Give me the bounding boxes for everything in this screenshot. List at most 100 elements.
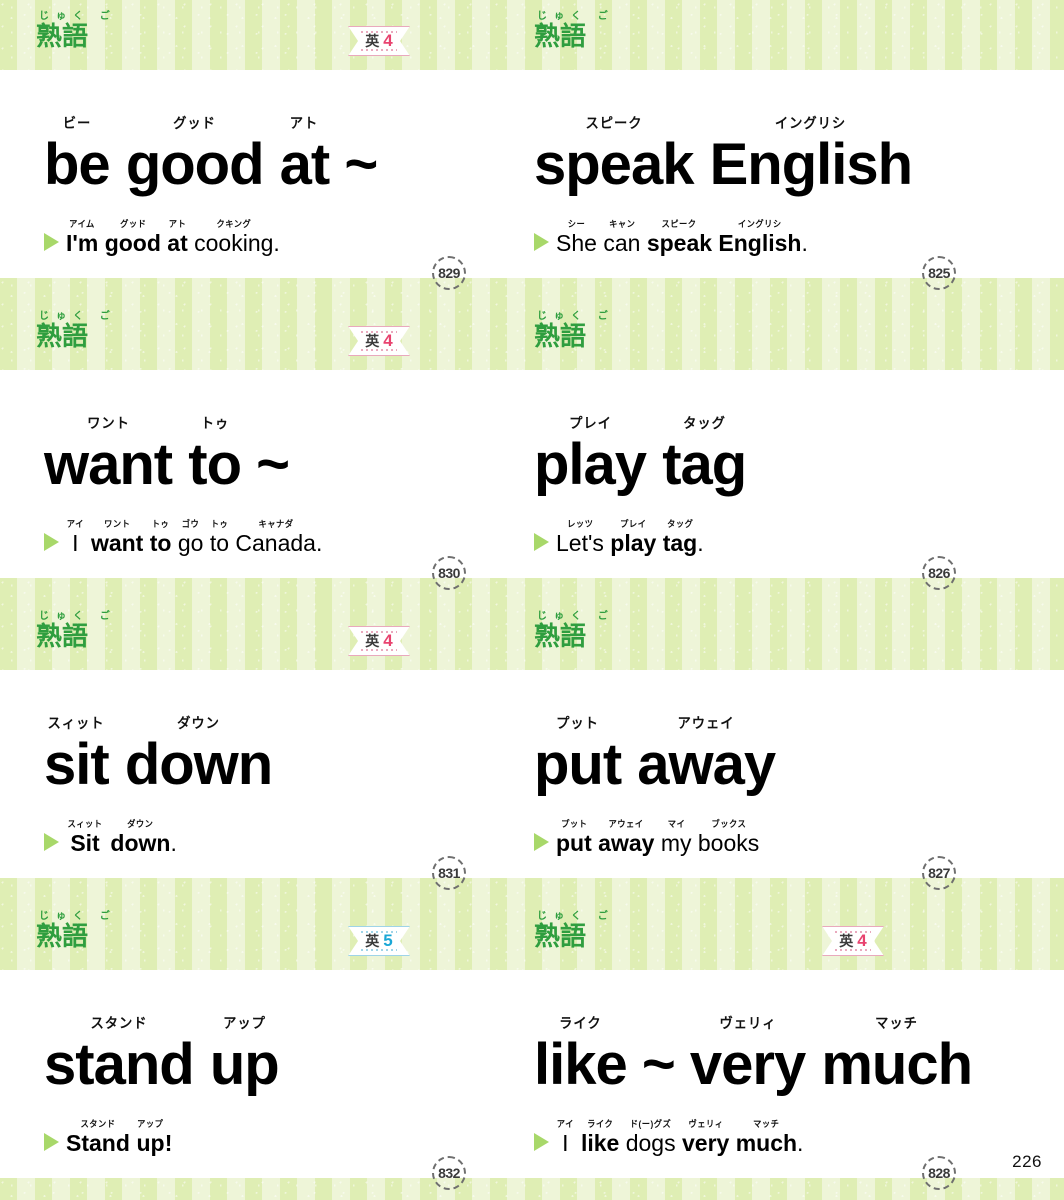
headword-token: ~ — [627, 1016, 690, 1094]
headword-text: sit — [44, 732, 110, 797]
katakana-reading: アト — [168, 219, 187, 229]
play-triangle-icon — [44, 833, 59, 852]
play-triangle-icon — [44, 533, 59, 552]
headword-token — [110, 116, 126, 194]
example-sentence: プット put アウェイ away マイ my ブックス books — [534, 820, 759, 855]
level-badge: 英4 — [822, 926, 884, 956]
headword-token — [109, 716, 125, 794]
katakana-reading: プット — [556, 715, 599, 731]
headword-token: プレイ play — [534, 416, 647, 497]
example-text: . — [273, 230, 280, 256]
example-sentence: アイム I'm グッド good アト at クキング cooking . — [44, 220, 280, 255]
katakana-reading: スピーク — [661, 219, 697, 229]
headword-text: down — [124, 732, 273, 797]
example-text: dogs — [625, 1130, 676, 1156]
flashcard-825[interactable]: じゅく ご熟語 スピーク speak イングリシ English シー She キャン ca… — [500, 0, 1064, 300]
headword-text — [194, 1035, 210, 1094]
level-badge: 英4 — [348, 626, 410, 656]
headword-text: English — [709, 132, 913, 197]
headword-token: アップ up — [209, 1015, 280, 1097]
headword: プット put アウェイ away — [534, 715, 776, 797]
example-token: ワント want — [91, 520, 143, 556]
example-token: . — [273, 220, 279, 255]
flashcard-831[interactable]: じゅく ご熟語英 4 スィット sit ダウン down スィット Sit ダウン down … — [0, 600, 500, 900]
flashcard-830[interactable]: じゅく ご熟語英 4 ワント want トゥ to ~ アイ I ワント want トゥ to … — [0, 300, 500, 600]
headword: ワント want トゥ to ~ — [44, 415, 290, 494]
flashcard-828[interactable]: じゅく ご熟語英 4 ライク like ~ ヴェリィ very マッチ much アイ I ラ… — [500, 900, 1064, 1200]
headword-text: much — [821, 1032, 973, 1097]
example-text: up — [136, 1130, 165, 1156]
headword-token: プット put — [534, 715, 622, 794]
example-token: ライク like — [581, 1120, 619, 1156]
headword-token: イングリシ English — [709, 115, 913, 197]
category-label: じゅく ご熟語 — [534, 612, 615, 650]
headword-token: ワント want — [44, 415, 173, 494]
example-text: ! — [164, 1130, 173, 1156]
headword-text: away — [637, 732, 776, 797]
example-text: books — [697, 830, 760, 856]
level-badge: 英4 — [348, 26, 410, 56]
katakana-reading: プット — [560, 819, 587, 829]
badge-level: 4 — [383, 30, 393, 50]
katakana-reading: ゴウ — [181, 519, 200, 529]
flashcard-826[interactable]: じゅく ご熟語 プレイ play タッグ tag レッツ Let's プレイ play タッ… — [500, 300, 1064, 600]
flashcard-829[interactable]: じゅく ご熟語英 4 ビー be グッド good アト at ~ アイム I'm グッド go… — [0, 0, 500, 300]
katakana-reading: アイ — [556, 1119, 574, 1129]
flashcard-827[interactable]: じゅく ご熟語 プット put アウェイ away プット put アウェイ away マイ… — [500, 600, 1064, 900]
example-text: at — [167, 230, 188, 256]
example-token: . — [797, 1120, 803, 1155]
example-token: シー She — [556, 220, 597, 256]
headword-text — [621, 735, 637, 794]
category-kanji: 熟語 — [534, 321, 587, 351]
katakana-reading: ワント — [86, 415, 130, 431]
card-header: じゅく ご熟語英 4 — [500, 900, 1064, 970]
headword-text — [646, 435, 662, 494]
headword-token: トゥ to — [188, 415, 242, 494]
katakana-reading: イングリシ — [775, 115, 847, 131]
example-token: グッド good — [105, 219, 161, 256]
headword-text — [805, 1035, 821, 1094]
play-triangle-icon — [534, 233, 549, 252]
headword: スィット sit ダウン down — [44, 715, 273, 797]
example-token: イングリシ English — [718, 220, 801, 256]
headword-text: ~ — [329, 132, 378, 197]
katakana-reading: アウェイ — [608, 819, 644, 829]
katakana-reading: アップ — [222, 1015, 266, 1031]
example-text: my — [660, 830, 692, 856]
katakana-reading: レッツ — [566, 519, 594, 529]
card-body: スィット sit ダウン down スィット Sit ダウン down . — [0, 670, 500, 878]
example-text: Stand — [66, 1130, 130, 1156]
example-sentence: レッツ Let's プレイ play タッグ tag . — [534, 520, 704, 555]
katakana-reading: トゥ — [200, 415, 229, 431]
headword-text: up — [209, 1032, 280, 1097]
flashcard-832[interactable]: じゅく ご熟語英 5 スタンド stand アップ up スタンド Stand アップ up … — [0, 900, 500, 1200]
example-row: プット put アウェイ away マイ my ブックス books — [556, 819, 760, 856]
katakana-reading: ライク — [559, 1015, 602, 1031]
card-header: じゅく ご熟語英 4 — [0, 0, 500, 70]
category-kanji: 熟語 — [36, 621, 89, 651]
headword-token: スィット sit — [44, 715, 110, 797]
card-body: ビー be グッド good アト at ~ アイム I'm グッド good アト at ク… — [0, 70, 500, 278]
katakana-reading: マッチ — [753, 1119, 780, 1129]
headword-text — [109, 735, 125, 794]
katakana-reading: グッド — [119, 219, 146, 229]
badge-dots-bottom — [361, 49, 397, 51]
example-text: down — [110, 830, 171, 856]
katakana-reading: スタンド — [80, 1119, 116, 1129]
card-number-bubble: 832 — [432, 1156, 466, 1190]
badge-subject: 英 — [365, 633, 380, 649]
headword-text — [172, 435, 188, 494]
example-text: . — [697, 530, 704, 556]
headword-token — [621, 716, 637, 794]
badge-dots-bottom — [361, 949, 397, 951]
level-badge: 英4 — [348, 326, 410, 356]
example-text: . — [170, 830, 177, 856]
card-number-bubble: 829 — [432, 256, 466, 290]
katakana-reading: スィット — [47, 715, 105, 731]
example-text: go — [177, 530, 204, 556]
headword-text: like — [534, 1032, 628, 1097]
flashcard-page: じゅく ご熟語英 4 ビー be グッド good アト at ~ アイム I'm グッド go… — [0, 0, 1064, 1200]
example-token: スィット Sit — [66, 820, 104, 856]
headword-token: スピーク speak — [534, 116, 694, 194]
headword-text: play — [534, 432, 647, 497]
